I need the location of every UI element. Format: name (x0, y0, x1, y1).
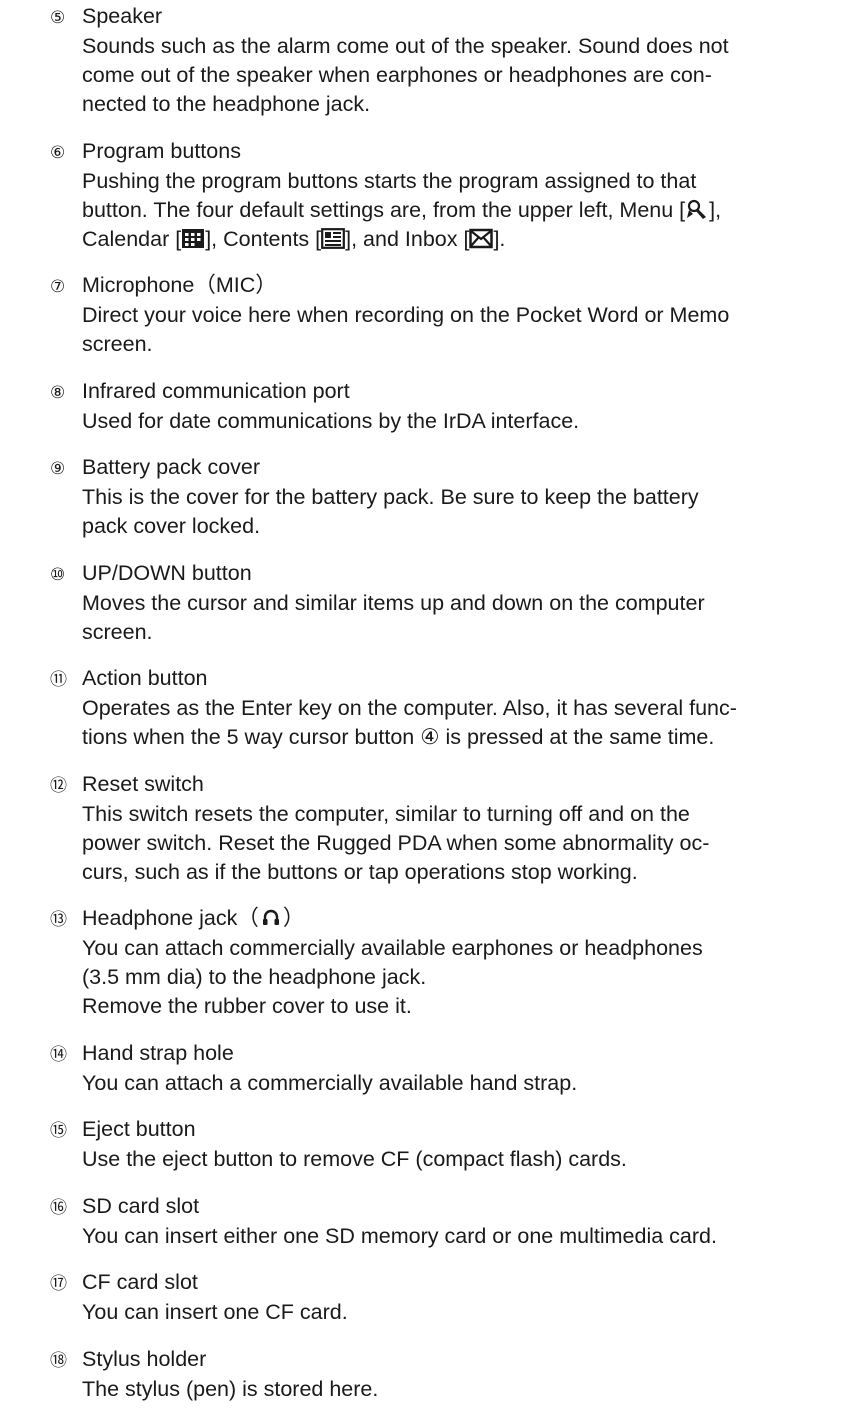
item-infrared-port: ⑧ Infrared communication port Used for da… (50, 377, 830, 436)
item-eject-button: ⑮ Eject button Use the eject button to re… (50, 1115, 830, 1174)
item-up-down-button: ⑩ UP/DOWN button Moves the cursor and sim… (50, 559, 830, 647)
item-speaker: ⑤ Speaker Sounds such as the alarm come o… (50, 2, 830, 119)
item-heading: ⑯ SD card slot (50, 1192, 830, 1222)
item-number: ⑪ (50, 670, 67, 689)
item-title: Battery pack cover (82, 455, 261, 479)
item-cf-card-slot: ⑰ CF card slot You can insert one CF card… (50, 1268, 830, 1327)
item-text-line: Calendar [ ], Contents [ ], and Inbox []. (50, 225, 830, 254)
item-text-line: Operates as the Enter key on the compute… (82, 696, 737, 720)
item-heading: ⑥ Program buttons (50, 137, 830, 167)
item-text-line: screen. (82, 332, 153, 356)
item-title: Reset switch (82, 771, 204, 796)
item-heading: ⑤ Speaker (50, 2, 830, 32)
manual-page: ⑤ Speaker Sounds such as the alarm come o… (0, 2, 854, 1404)
item-text-line: power switch. Reset the Rugged PDA when … (82, 830, 710, 855)
item-number: ⑭ (50, 1044, 67, 1064)
item-text-line: You can insert either one SD memory card… (82, 1223, 717, 1248)
item-text-line: This switch resets the computer, similar… (82, 801, 690, 826)
item-text-line: Direct your voice here when recording on… (82, 303, 730, 327)
item-title: Infrared communication port (82, 378, 350, 403)
headphone-icon (259, 907, 283, 928)
item-text-line: tions when the 5 way cursor button ④ is … (82, 725, 715, 749)
item-title: Action button (82, 666, 208, 690)
item-text-line: Remove the rubber cover to use it. (82, 994, 412, 1018)
item-title: Program buttons (82, 138, 241, 163)
item-number: ⑯ (50, 1197, 67, 1217)
item-text-line: Moves the cursor and similar items up an… (82, 590, 705, 615)
item-heading: ⑦ Microphone（MIC） (50, 271, 830, 301)
item-text-line: This is the cover for the battery pack. … (82, 485, 699, 509)
item-heading: ⑩ UP/DOWN button (50, 559, 830, 589)
item-number: ⑨ (50, 459, 66, 478)
item-text-line: come out of the speaker when earphones o… (82, 63, 712, 87)
item-headphone-jack: ⑬ Headphone jack（ ） You can attach commerc… (50, 904, 830, 1021)
item-heading: ⑧ Infrared communication port (50, 377, 830, 407)
item-number: ⑦ (50, 277, 66, 296)
item-heading: ⑭ Hand strap hole (50, 1039, 830, 1069)
item-title: SD card slot (82, 1193, 200, 1218)
item-number: ⑧ (50, 382, 66, 402)
item-heading: ⑮ Eject button (50, 1115, 830, 1145)
item-microphone: ⑦ Microphone（MIC） Direct your voice here … (50, 271, 830, 359)
item-text-line: pack cover locked. (82, 514, 261, 538)
item-stylus-holder: ⑱ Stylus holder The stylus (pen) is store… (50, 1345, 830, 1404)
item-text-line: button. The four default settings are, f… (50, 196, 830, 225)
item-title: CF card slot (82, 1270, 198, 1294)
item-text-line: Used for date communications by the IrDA… (82, 408, 580, 433)
item-heading: ⑰ CF card slot (50, 1268, 830, 1298)
item-text-line: You can attach commercially available ea… (82, 936, 703, 960)
item-title: Microphone（MIC） (82, 273, 277, 297)
item-number: ⑱ (50, 1350, 67, 1370)
text-fragment: ]. (493, 226, 506, 251)
text-fragment: button. The four default settings are, f… (82, 197, 686, 222)
item-text-line: curs, such as if the buttons or tap oper… (82, 859, 638, 884)
item-program-buttons: ⑥ Program buttons Pushing the program but… (50, 137, 830, 254)
item-number: ⑫ (50, 775, 67, 795)
item-title: UP/DOWN button (82, 560, 252, 585)
item-battery-cover: ⑨ Battery pack cover This is the cover fo… (50, 453, 830, 541)
item-action-button: ⑪ Action button Operates as the Enter key… (50, 664, 830, 752)
item-number: ⑥ (50, 142, 66, 162)
text-fragment: ], Contents [ (205, 226, 322, 251)
item-number: ⑮ (50, 1121, 67, 1140)
item-number: ⑩ (50, 564, 66, 584)
item-title-end: ） (282, 906, 305, 930)
text-fragment: ], and Inbox [ (345, 226, 470, 251)
item-text-line: You can attach a commercially available … (82, 1070, 578, 1095)
item-text-line: Sounds such as the alarm come out of the… (82, 34, 729, 58)
item-title: Speaker (82, 4, 163, 28)
item-heading: ⑪ Action button (50, 664, 830, 694)
item-heading: ⑫ Reset switch (50, 770, 830, 800)
item-title: Eject button (82, 1117, 196, 1141)
item-heading: ⑱ Stylus holder (50, 1345, 830, 1375)
item-hand-strap-hole: ⑭ Hand strap hole You can attach a commer… (50, 1039, 830, 1098)
menu-icon (685, 199, 709, 220)
calendar-icon (181, 228, 205, 249)
item-text-line: (3.5 mm dia) to the headphone jack. (82, 965, 427, 989)
item-heading: ⑬ Headphone jack（ ） (50, 904, 830, 934)
item-text-line: Use the eject button to remove CF (compa… (82, 1147, 627, 1171)
item-title: Hand strap hole (82, 1040, 234, 1065)
text-fragment: ], (709, 197, 722, 222)
item-heading: ⑨ Battery pack cover (50, 453, 830, 483)
item-sd-card-slot: ⑯ SD card slot You can insert either one … (50, 1192, 830, 1251)
item-number: ⑬ (50, 910, 67, 929)
item-reset-switch: ⑫ Reset switch This switch resets the com… (50, 770, 830, 887)
contents-icon (321, 227, 346, 249)
item-number: ⑤ (50, 8, 66, 27)
item-number: ⑰ (50, 1274, 67, 1293)
item-title: Headphone jack（ (82, 906, 259, 930)
item-text-line: screen. (82, 619, 153, 644)
item-text-line: You can insert one CF card. (82, 1300, 348, 1324)
item-title: Stylus holder (82, 1346, 207, 1371)
item-text-line: nected to the headphone jack. (82, 92, 371, 116)
inbox-icon (469, 228, 494, 249)
item-text-line: The stylus (pen) is stored here. (82, 1376, 379, 1401)
text-fragment: Calendar [ (82, 226, 182, 251)
item-text-line: Pushing the program buttons starts the p… (82, 168, 697, 193)
